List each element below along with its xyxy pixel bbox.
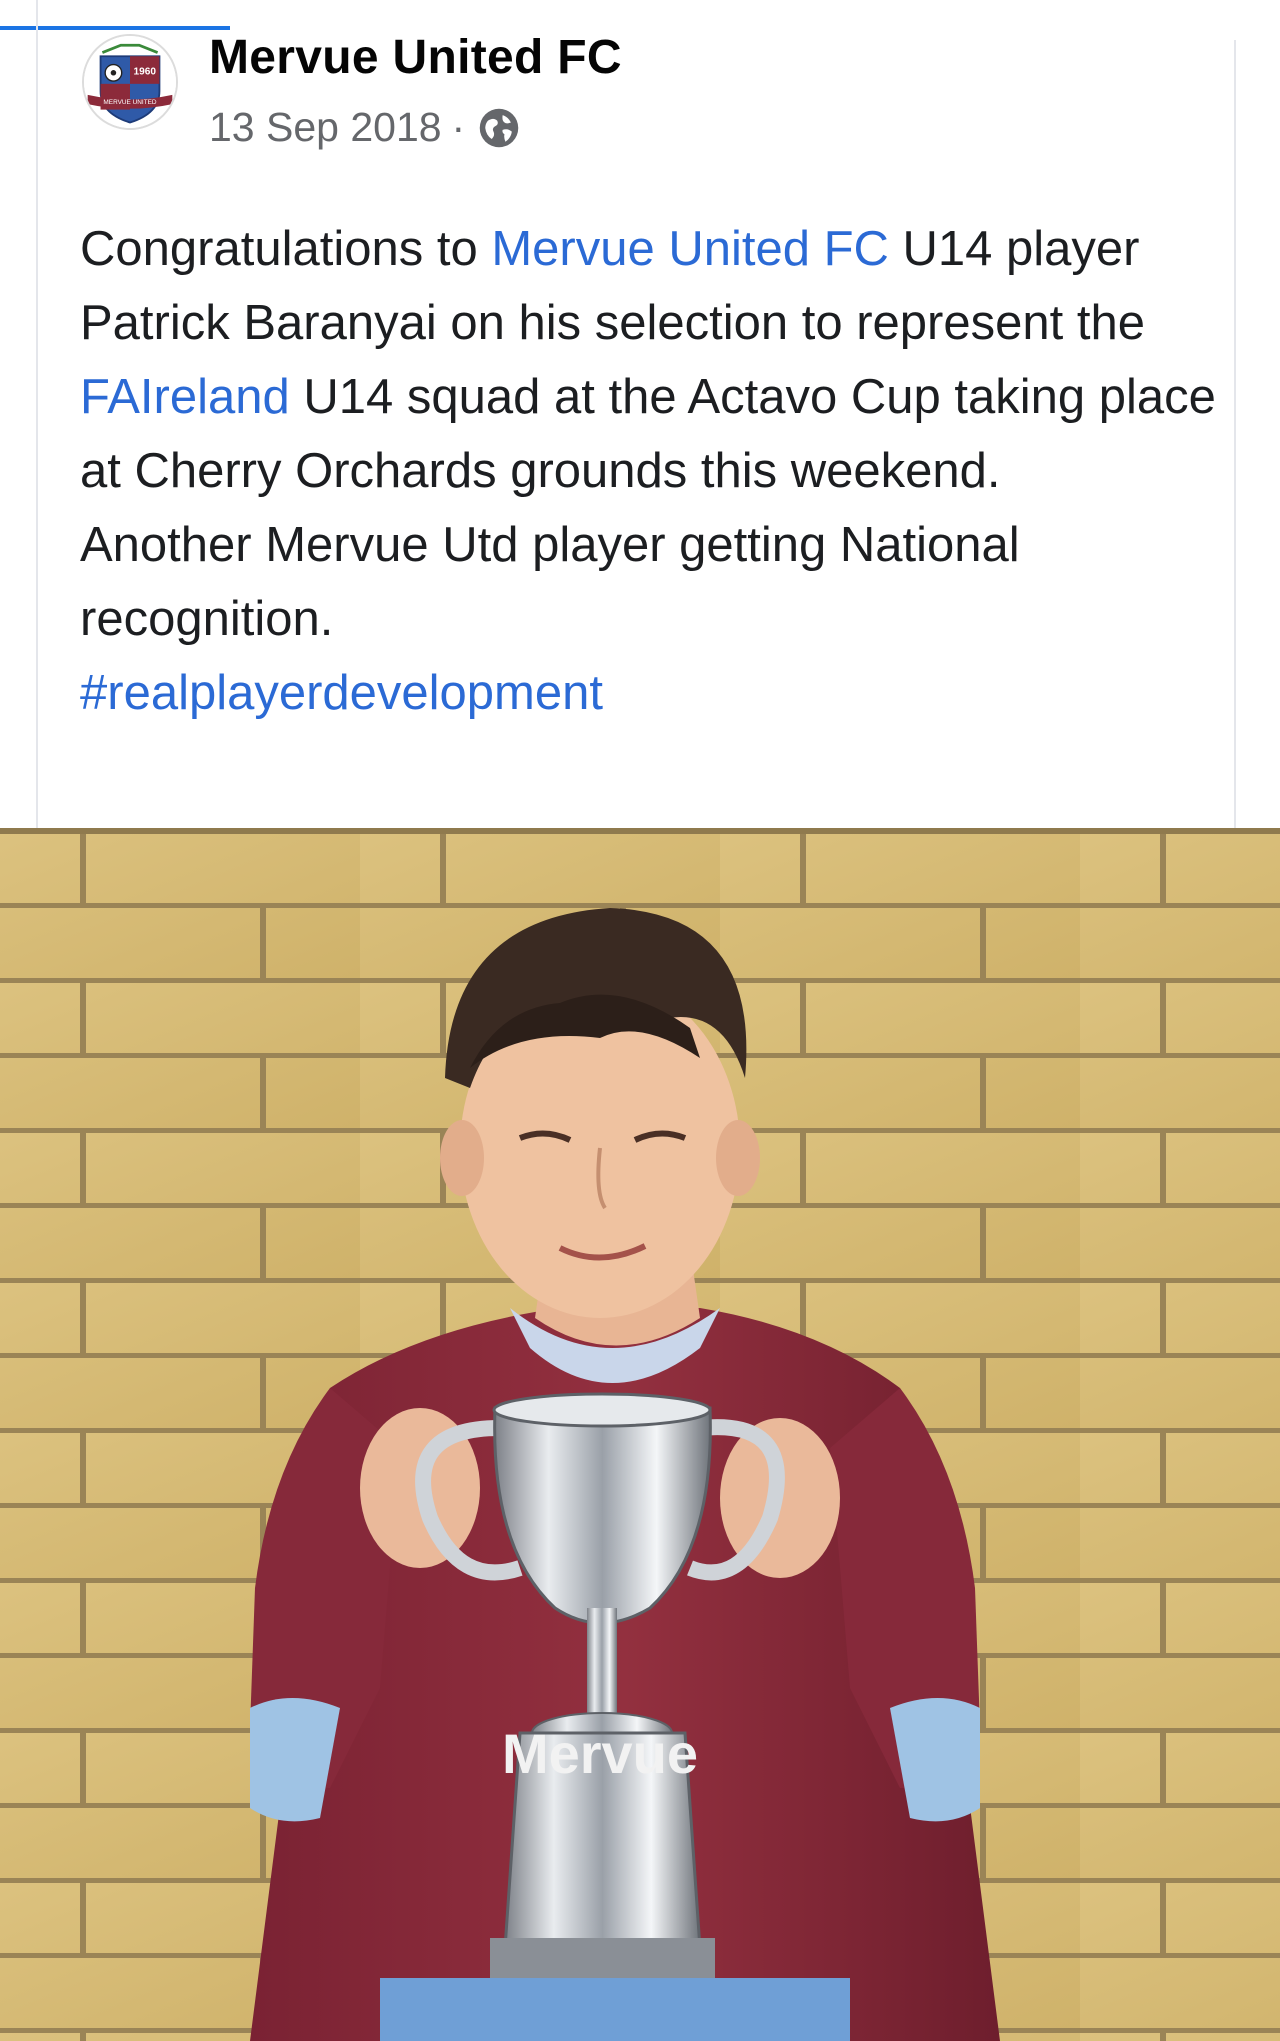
mention-mervue-united[interactable]: Mervue United FC <box>491 222 889 276</box>
post-photo[interactable]: Mervue <box>0 828 1280 2041</box>
crest-year: 1960 <box>133 67 156 78</box>
post-date[interactable]: 13 Sep 2018 <box>209 104 442 151</box>
meta-separator: · <box>451 104 466 150</box>
hashtag-link[interactable]: #realplayerdevelopment <box>80 656 1220 730</box>
boy-holding-trophy-photo: Mervue <box>0 828 1280 2041</box>
crest-banner: MERVUE UNITED <box>103 99 157 106</box>
post-header: 1960 MERVUE UNITED Mervue United FC 13 S… <box>78 30 1218 150</box>
post-text-intro: Congratulations to <box>80 222 492 276</box>
page-avatar[interactable]: 1960 MERVUE UNITED <box>82 34 178 130</box>
card-border-right <box>1234 40 1236 830</box>
post-paragraph-1: Congratulations to Mervue United FC U14 … <box>80 212 1220 508</box>
card-border-left <box>36 0 38 830</box>
mention-faireland[interactable]: FAIreland <box>80 370 290 424</box>
post-meta: 13 Sep 2018 · <box>209 104 521 151</box>
post-text: Congratulations to Mervue United FC U14 … <box>80 212 1220 730</box>
club-crest-logo: 1960 MERVUE UNITED <box>84 36 176 128</box>
globe-icon[interactable] <box>477 106 521 150</box>
shirt-text: Mervue <box>502 1722 698 1785</box>
facebook-post-screenshot: 1960 MERVUE UNITED Mervue United FC 13 S… <box>0 0 1280 2041</box>
page-name[interactable]: Mervue United FC <box>209 30 622 85</box>
post-paragraph-2: Another Mervue Utd player getting Nation… <box>80 518 1020 646</box>
